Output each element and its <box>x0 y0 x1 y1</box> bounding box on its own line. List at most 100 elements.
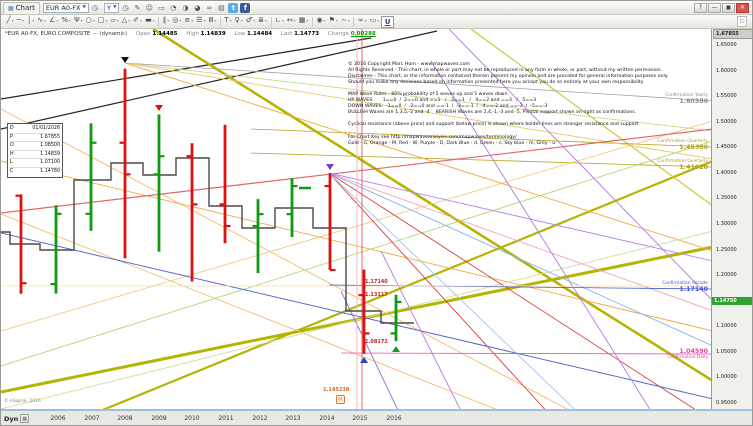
wave-balloon-marker[interactable]: M <box>336 395 345 404</box>
close-button[interactable]: ✕ <box>736 3 749 13</box>
help-button[interactable]: ? <box>694 3 707 13</box>
price-tick-label: 1.55000 <box>716 93 737 99</box>
percent-tool[interactable]: %▾ <box>60 16 73 28</box>
brush-tool[interactable]: ✐▾ <box>132 16 144 28</box>
wave-bottom-marker <box>392 346 400 352</box>
parallel-channel-tool[interactable]: ∥▾ <box>161 16 171 28</box>
rectangle-tool[interactable]: □▾ <box>96 16 109 28</box>
price-tick-label: 1.25000 <box>716 247 737 253</box>
data-box[interactable]: D01/01/2026P1.67855O1.08500H1.14839L1.07… <box>7 123 63 178</box>
pencil-icon[interactable]: ✎ <box>132 2 142 13</box>
chevron-down-icon: ▾ <box>105 18 107 23</box>
pitchfork-tool[interactable]: Ψ▾ <box>73 16 85 28</box>
minimize-button[interactable]: — <box>708 3 721 13</box>
chevron-down-icon: ▾ <box>377 18 379 23</box>
link-icon[interactable]: ∞ <box>204 2 214 13</box>
price-tick-label: 1.40000 <box>716 170 737 176</box>
fib-circle-tool[interactable]: ◎▾ <box>171 16 183 28</box>
chevron-down-icon: ▼ <box>113 5 116 10</box>
price-axis[interactable]: 1.67855 1.650001.600001.550001.500001.45… <box>711 29 753 409</box>
underline-button[interactable]: U <box>381 16 395 28</box>
clock-button[interactable]: ◷ <box>90 2 100 13</box>
chevron-down-icon: ▾ <box>230 18 232 23</box>
price-tick-label: 1.05000 <box>716 349 737 355</box>
toolbar-separator <box>312 17 313 27</box>
studies-icon[interactable]: ◑ <box>180 2 190 13</box>
smiley-icon[interactable]: ☺ <box>144 2 154 13</box>
parallelogram-tool[interactable]: ▱▾ <box>109 16 120 28</box>
data-box-row: P1.67855 <box>10 134 60 143</box>
triangle-tool[interactable]: △▾ <box>120 16 131 28</box>
chat-icon[interactable]: ▭ <box>156 2 166 13</box>
cycle-line <box>329 173 711 311</box>
marker-tool[interactable]: ▬▾ <box>144 16 157 28</box>
cycle-line <box>251 153 711 167</box>
dyn-button[interactable]: Dyn ▦ <box>4 414 29 423</box>
chevron-down-icon: ▾ <box>69 18 71 23</box>
chain-tool[interactable]: ∞▾ <box>356 16 368 28</box>
fib-fan-tool[interactable]: ☰▾ <box>195 16 207 28</box>
ellipse-tool[interactable]: ○▾ <box>84 16 96 28</box>
change-value: 0.00288 <box>351 31 376 37</box>
clock-icon[interactable]: ◷ <box>120 2 130 13</box>
confirmation-quarterly-2: Confirmation Quarterly1.41020 <box>657 159 708 171</box>
vertical-line-tool[interactable]: │▾ <box>25 16 35 28</box>
eye-tool[interactable]: ◉▾ <box>315 16 327 28</box>
fib-timezone-tool[interactable]: Ⅲ▾ <box>207 16 218 28</box>
anchor-down-tool[interactable]: ♂▾ <box>244 16 256 28</box>
confirmation-decade-value: 1.17140 <box>662 287 708 293</box>
chevron-down-icon: ▾ <box>56 18 58 23</box>
chart-tab[interactable]: ▦ Chart <box>3 2 40 14</box>
note-icon[interactable]: ▤ <box>216 2 226 13</box>
confirmation-level-label: 1.08172 <box>365 339 388 345</box>
esignal-credit: © eSignal, 2016 <box>4 399 41 404</box>
horizontal-line-tool[interactable]: ─▾ <box>15 16 25 28</box>
confirmation-yearly-value: 1.60380 <box>665 99 708 105</box>
cycle-line <box>1 121 711 331</box>
text-tool[interactable]: T▾ <box>223 16 233 28</box>
data-box-value: 1.14839 <box>40 151 60 159</box>
zigzag-tool[interactable]: ∿▾ <box>36 16 48 28</box>
fib-retracement-tool[interactable]: ≡▾ <box>183 16 195 28</box>
snapshot-icon[interactable]: ◔ <box>168 2 178 13</box>
symbol-select[interactable]: EUR A0-FX▼ <box>43 3 89 13</box>
confirmation-quarterly-1-value: 1.45300 <box>657 145 708 151</box>
chevron-down-icon: ▾ <box>93 18 95 23</box>
cycle-line <box>329 173 593 409</box>
levels-tool[interactable]: ≣▾ <box>257 16 269 28</box>
chevron-down-icon: ▾ <box>12 18 14 23</box>
axis-top-price-box: 1.67855 <box>713 29 753 39</box>
twitter-icon[interactable]: t <box>228 3 238 13</box>
chart-area: *EUR A0-FX, EURO COMPOSITE — (dynamic) O… <box>1 29 753 409</box>
extend-left-tool[interactable]: ↤▾ <box>285 16 297 28</box>
disclaimer-text: © 2016 Copyright Marc Horn - www.mapwave… <box>348 62 704 147</box>
grid-tool[interactable]: ▦▾ <box>297 16 310 28</box>
restore-button[interactable]: ▣ <box>722 3 735 13</box>
confirmation-daily: 1.04590Confirmation Daily <box>667 349 708 361</box>
plot-canvas[interactable]: *EUR A0-FX, EURO COMPOSITE — (dynamic) O… <box>1 29 711 409</box>
alert-icon[interactable]: ⚐ <box>737 16 747 27</box>
chevron-down-icon: ▼ <box>83 5 86 10</box>
facebook-icon[interactable]: f <box>240 3 250 13</box>
trend-line-tool[interactable]: ╱▾ <box>5 16 15 28</box>
chevron-down-icon: ▾ <box>153 18 155 23</box>
time-axis[interactable]: Dyn ▦ 2006200720082009201020112012201320… <box>1 409 753 426</box>
data-box-row: H1.14839 <box>10 151 60 160</box>
cycle-line <box>329 173 711 409</box>
chevron-down-icon: ▾ <box>179 18 181 23</box>
interval-select[interactable]: Y▼ <box>104 3 119 13</box>
chevron-down-icon: ▾ <box>191 18 193 23</box>
regression-tool[interactable]: ∟▾ <box>274 16 286 28</box>
confirmation-yearly: Confirmation Yearly1.60380 <box>665 93 708 105</box>
comment-tool[interactable]: ▭▾ <box>368 16 381 28</box>
high-value: 1.14839 <box>201 31 226 37</box>
chevron-down-icon: ▾ <box>128 18 130 23</box>
flag-tool[interactable]: ⚑▾ <box>327 16 339 28</box>
settings-icon[interactable]: ◕ <box>192 2 202 13</box>
data-box-value: 1.67855 <box>40 134 60 142</box>
angle-tool[interactable]: ∠▾ <box>48 16 60 28</box>
wave-tool[interactable]: ∼▾ <box>339 16 351 28</box>
anchor-up-tool[interactable]: ♀▾ <box>233 16 244 28</box>
data-box-row: D01/01/2026 <box>10 125 60 134</box>
confirmation-quarterly-1: Confirmation Quarterly1.45300 <box>657 139 708 151</box>
